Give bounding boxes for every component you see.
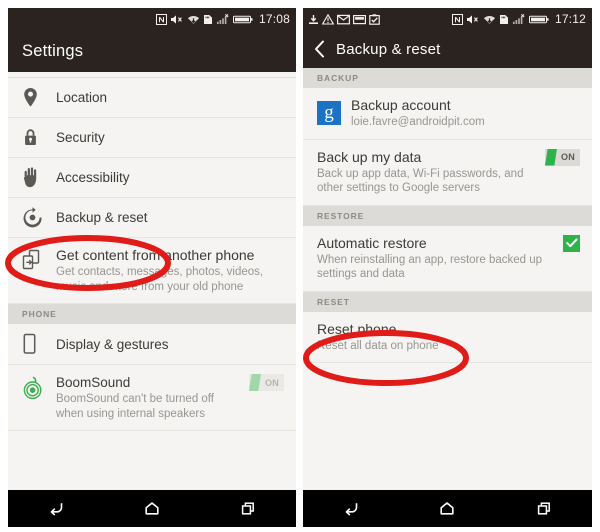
home-icon[interactable] — [423, 490, 471, 527]
settings-row-get-content[interactable]: Get content from another phone Get conta… — [8, 238, 296, 304]
right-status-time: 17:12 — [554, 12, 586, 26]
back-icon[interactable] — [32, 490, 80, 527]
settings-row-reset-phone[interactable]: Reset phone Reset all data on phone — [303, 311, 592, 363]
backup-reset-list: BACKUP g Backup account loie.favre@andro… — [303, 68, 592, 527]
mute-icon — [170, 14, 184, 25]
settings-row-sublabel: Get contacts, messages, photos, videos, … — [56, 266, 264, 293]
screenshot-stage: 17:08 Settings Location Security Accessi… — [0, 0, 600, 532]
battery-icon — [528, 14, 549, 25]
settings-row-boomsound[interactable]: BoomSound BoomSound can't be turned off … — [8, 365, 296, 431]
settings-row-sublabel: Back up app data, Wi-Fi passwords, and o… — [317, 167, 524, 195]
right-status-icons-left — [308, 13, 380, 25]
settings-row-label: Location — [56, 90, 108, 105]
settings-row-location[interactable]: Location — [8, 78, 296, 118]
boomsound-toggle[interactable]: ON — [249, 374, 284, 391]
lock-icon — [22, 127, 56, 148]
mute-icon — [466, 14, 480, 25]
back-icon[interactable] — [327, 490, 375, 527]
left-title-bar: Settings — [8, 30, 296, 72]
left-status-bar: 17:08 — [8, 8, 296, 30]
settings-row-security[interactable]: Security — [8, 118, 296, 158]
left-settings-list: Location Security Accessibility Backup &… — [8, 72, 296, 527]
nfc-icon — [155, 13, 167, 25]
page-title: Backup & reset — [336, 40, 441, 58]
settings-row-display-gestures[interactable]: Display & gestures — [8, 324, 296, 365]
toggle-knob — [545, 148, 557, 166]
automatic-restore-checkbox[interactable] — [563, 234, 580, 252]
sdcard-icon — [499, 14, 509, 25]
nfc-icon — [451, 13, 463, 25]
right-phone-screen: 17:12 Backup & reset BACKUP g Backup acc… — [303, 8, 592, 527]
right-status-bar: 17:12 — [303, 8, 592, 30]
screenshot-icon — [353, 14, 366, 25]
wifi-download-icon — [187, 14, 200, 25]
chevron-left-icon[interactable] — [313, 39, 326, 59]
settings-row-label: Back up my data — [317, 148, 422, 165]
phone-display-icon — [22, 333, 56, 355]
toggle-knob — [249, 374, 261, 391]
clipboard-check-icon — [369, 13, 380, 25]
left-status-time: 17:08 — [258, 12, 290, 26]
settings-row-sublabel: Reset all data on phone — [317, 339, 439, 352]
transfer-phone-icon — [22, 247, 56, 271]
settings-row-accessibility[interactable]: Accessibility — [8, 158, 296, 198]
settings-row-label: Backup & reset — [56, 210, 148, 225]
settings-row-label: Get content from another phone — [56, 247, 255, 263]
left-nav-bar — [8, 490, 296, 527]
settings-row-label: Backup account — [351, 97, 451, 113]
hand-icon — [22, 167, 56, 188]
home-icon[interactable] — [128, 490, 176, 527]
section-header-reset: RESET — [303, 291, 592, 312]
toggle-label: ON — [561, 152, 576, 162]
settings-row-sublabel: BoomSound can't be turned off when using… — [56, 393, 214, 420]
section-header-restore: RESTORE — [303, 205, 592, 226]
settings-row-label: Reset phone — [317, 320, 397, 337]
location-pin-icon — [22, 87, 56, 108]
recents-icon[interactable] — [520, 490, 568, 527]
settings-row-label: Accessibility — [56, 170, 130, 185]
signal-no-service-icon — [216, 13, 230, 25]
section-header-phone: PHONE — [8, 304, 296, 324]
boomsound-icon — [22, 374, 56, 400]
settings-row-sublabel: loie.favre@androidpit.com — [351, 116, 485, 128]
backup-reset-icon — [22, 207, 56, 228]
settings-row-automatic-restore[interactable]: Automatic restore When reinstalling an a… — [303, 225, 592, 292]
right-status-icons-right: 17:12 — [451, 12, 586, 26]
signal-no-service-icon — [512, 13, 526, 25]
back-up-my-data-toggle[interactable]: ON — [545, 148, 580, 166]
settings-row-backup-account[interactable]: g Backup account loie.favre@androidpit.c… — [303, 88, 592, 140]
settings-row-backup-reset[interactable]: Backup & reset — [8, 198, 296, 238]
settings-row-sublabel: When reinstalling an app, restore backed… — [317, 253, 543, 281]
left-status-icons-right: 17:08 — [155, 12, 290, 26]
section-header-backup: BACKUP — [303, 68, 592, 88]
settings-row-label: Security — [56, 130, 105, 145]
right-nav-bar — [303, 490, 592, 527]
settings-row-label: Display & gestures — [56, 336, 169, 352]
battery-icon — [232, 14, 253, 25]
warning-icon — [322, 13, 334, 25]
right-title-bar: Backup & reset — [303, 30, 592, 68]
settings-row-label: BoomSound — [56, 375, 131, 390]
page-title: Settings — [22, 41, 84, 60]
sdcard-icon — [203, 14, 213, 25]
left-phone-screen: 17:08 Settings Location Security Accessi… — [8, 8, 296, 527]
wifi-download-icon — [483, 14, 496, 25]
settings-row-back-up-my-data[interactable]: Back up my data Back up app data, Wi-Fi … — [303, 139, 592, 206]
download-icon — [308, 14, 319, 25]
recents-icon[interactable] — [224, 490, 272, 527]
google-g-icon: g — [317, 101, 351, 126]
toggle-label: ON — [265, 377, 280, 388]
mail-icon — [337, 14, 350, 25]
settings-row-label: Automatic restore — [317, 234, 427, 251]
